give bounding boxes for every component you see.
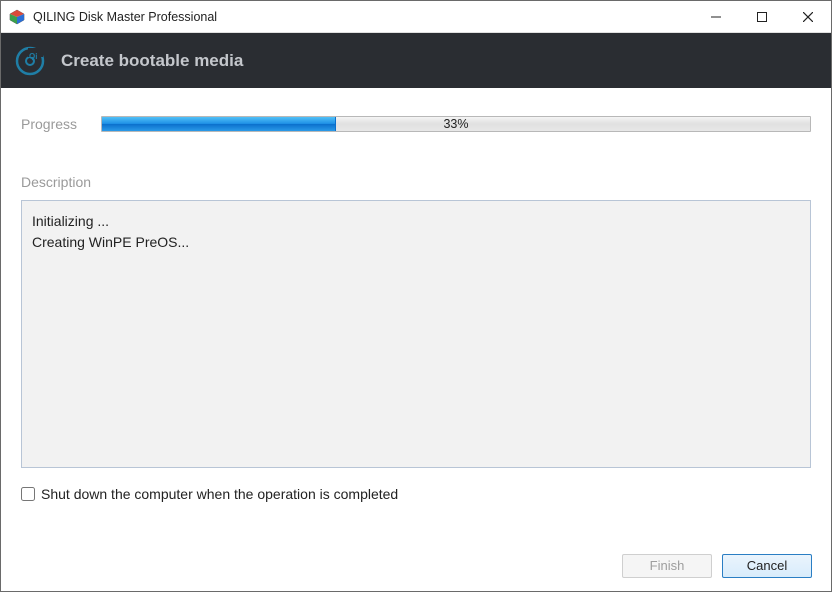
page-title: Create bootable media	[61, 51, 243, 71]
content-area: Progress 33% Description Initializing ..…	[1, 88, 831, 516]
progress-row: Progress 33%	[21, 116, 811, 132]
progress-label: Progress	[21, 116, 83, 132]
disc-icon: Qi	[15, 46, 45, 76]
maximize-button[interactable]	[739, 1, 785, 33]
minimize-button[interactable]	[693, 1, 739, 33]
window-title: QILING Disk Master Professional	[33, 10, 217, 24]
shutdown-checkbox[interactable]	[21, 487, 35, 501]
svg-text:Qi: Qi	[29, 52, 37, 61]
cancel-button[interactable]: Cancel	[722, 554, 812, 578]
progress-percent-text: 33%	[102, 117, 810, 131]
description-label: Description	[21, 174, 811, 190]
progress-bar: 33%	[101, 116, 811, 132]
footer-buttons: Finish Cancel	[622, 554, 812, 578]
shutdown-label: Shut down the computer when the operatio…	[41, 486, 398, 502]
shutdown-checkbox-row[interactable]: Shut down the computer when the operatio…	[21, 486, 811, 502]
page-header: Qi Create bootable media	[1, 33, 831, 88]
app-icon	[9, 9, 25, 25]
title-bar: QILING Disk Master Professional	[1, 1, 831, 33]
description-log: Initializing ... Creating WinPE PreOS...	[21, 200, 811, 468]
finish-button: Finish	[622, 554, 712, 578]
close-button[interactable]	[785, 1, 831, 33]
